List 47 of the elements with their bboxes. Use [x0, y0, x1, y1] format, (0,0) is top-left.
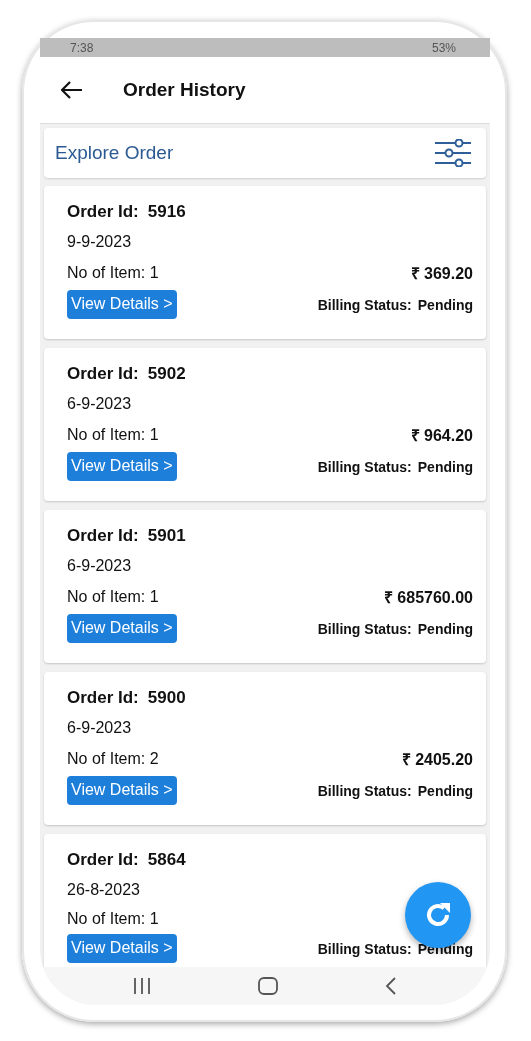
order-id: 5902 — [147, 364, 186, 384]
explore-title: Explore Order — [55, 142, 174, 164]
order-id-label: Order Id: — [67, 526, 139, 546]
status-time: 7:38 — [70, 40, 94, 55]
back-arrow-icon[interactable] — [61, 81, 83, 99]
order-amount: ₹ 685760.00 — [383, 588, 473, 608]
order-amount: ₹ 369.20 — [410, 264, 473, 284]
order-id-label: Order Id: — [67, 202, 139, 222]
billing-status-label: Billing Status: — [317, 940, 412, 957]
recent-apps-icon[interactable] — [133, 978, 152, 994]
billing-status-label: Billing Status: — [317, 782, 412, 799]
item-count: No of Item: 1 — [67, 264, 159, 282]
page-title: Order History — [123, 79, 246, 101]
item-count: No of Item: 1 — [67, 588, 159, 606]
order-id: 5901 — [147, 526, 186, 546]
home-icon[interactable] — [258, 977, 278, 995]
billing-status: Pending — [417, 296, 473, 313]
order-id: 5916 — [147, 202, 186, 222]
billing-status-label: Billing Status: — [317, 458, 412, 475]
billing-status: Pending — [417, 458, 473, 475]
order-amount: ₹ 2405.20 — [401, 750, 473, 770]
item-count: No of Item: 1 — [67, 910, 159, 928]
view-details-button[interactable]: View Details > — [67, 614, 177, 643]
order-id-label: Order Id: — [67, 688, 139, 708]
order-date: 9-9-2023 — [67, 233, 133, 251]
order-date: 6-9-2023 — [67, 557, 133, 575]
billing-status: Pending — [417, 620, 473, 637]
order-amount: ₹ 964.20 — [410, 426, 473, 446]
order-date: 6-9-2023 — [67, 395, 133, 413]
order-date: 26-8-2023 — [67, 881, 141, 899]
item-count: No of Item: 1 — [67, 426, 159, 444]
order-id-label: Order Id: — [67, 850, 139, 870]
filter-sliders-icon[interactable] — [435, 139, 471, 167]
battery-level: 53% — [431, 40, 456, 55]
view-details-button[interactable]: View Details > — [67, 452, 177, 481]
view-details-button[interactable]: View Details > — [67, 290, 177, 319]
order-id: 5864 — [147, 850, 186, 870]
order-id-label: Order Id: — [67, 364, 139, 384]
view-details-button[interactable]: View Details > — [67, 934, 177, 963]
billing-status: Pending — [417, 782, 473, 799]
billing-status-label: Billing Status: — [317, 620, 412, 637]
order-id: 5900 — [147, 688, 186, 708]
item-count: No of Item: 2 — [67, 750, 159, 768]
order-date: 6-9-2023 — [67, 719, 133, 737]
view-details-button[interactable]: View Details > — [67, 776, 177, 805]
billing-status-label: Billing Status: — [317, 296, 412, 313]
back-icon[interactable] — [384, 977, 397, 995]
